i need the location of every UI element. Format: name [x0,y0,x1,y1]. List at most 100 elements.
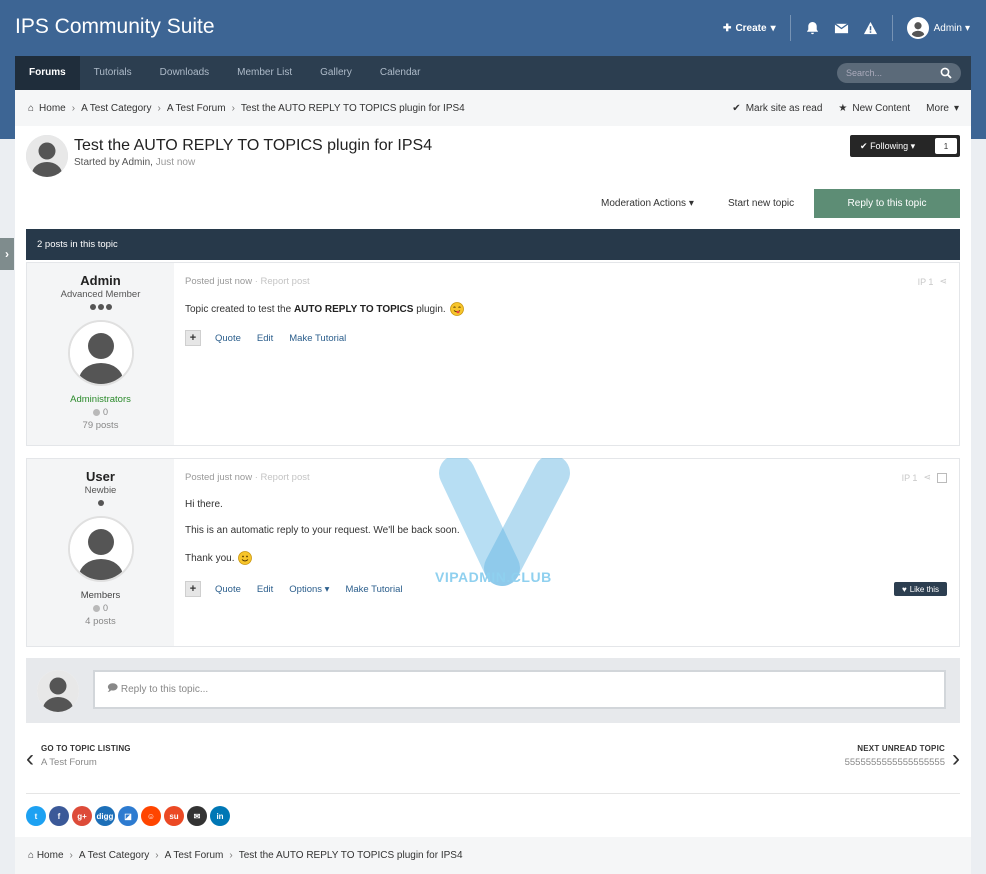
avatar[interactable] [67,516,134,582]
google-plus-icon[interactable]: g+ [72,806,92,826]
post-author-panel: Admin Advanced Member Administrators 0 7… [27,263,174,445]
breadcrumb-forum[interactable]: A Test Forum [167,103,226,114]
breadcrumb-category[interactable]: A Test Category [81,103,151,114]
reputation-value: 0 [102,603,108,613]
quote-button[interactable]: Quote [215,333,241,344]
posts-count-bar: 2 posts in this topic [26,229,960,260]
avatar[interactable] [67,320,134,386]
moderation-label: Moderation Actions [601,198,687,209]
tab-member-list[interactable]: Member List [223,56,306,90]
site-logo[interactable]: IPS Community Suite [15,15,215,39]
go-to-topic-listing-link[interactable]: ‹ GO TO TOPIC LISTING A Test Forum [26,744,131,774]
prev-forum: A Test Forum [41,757,97,768]
user-menu[interactable]: Admin ▾ [906,17,970,39]
envelope-icon[interactable] [834,21,849,36]
post-content: Topic created to test the AUTO REPLY TO … [185,302,464,316]
check-icon: ✔ [732,102,741,114]
post-number[interactable]: IP 1 [918,277,934,287]
warning-icon[interactable] [863,21,878,36]
reputation-value: 0 [102,407,108,417]
avatar[interactable] [26,135,68,177]
mark-site-read-link[interactable]: ✔ Mark site as read [732,103,822,114]
edit-button[interactable]: Edit [257,333,273,344]
post-date: Posted just now [185,472,253,483]
prev-title: GO TO TOPIC LISTING [41,744,131,753]
author-group: Administrators [70,394,131,405]
facebook-icon[interactable]: f [49,806,69,826]
select-post-checkbox[interactable] [937,472,947,483]
breadcrumb-category[interactable]: A Test Category [79,850,149,861]
tab-forums[interactable]: Forums [15,56,80,90]
chevron-right-icon: › [155,850,159,861]
post-meta: Posted just now · Report post [185,276,310,287]
avatar [906,17,929,39]
bell-icon[interactable] [805,21,820,36]
topic-header: Test the AUTO REPLY TO TOPICS plugin for… [26,135,946,179]
new-content-link[interactable]: ★ New Content [838,103,910,114]
more-menu[interactable]: More ▾ [926,103,959,114]
report-post-link[interactable]: · Report post [255,472,310,483]
search-input[interactable]: Search... [837,63,961,83]
start-new-topic-button[interactable]: Start new topic [728,189,794,218]
following-button[interactable]: ✔ Following ▾ 1 [850,135,960,157]
next-unread-topic-link[interactable]: NEXT UNREAD TOPIC 5555555555555555555 › [845,744,960,774]
delicious-icon[interactable]: ◪ [118,806,138,826]
user-bar: ✚ Create ▾ Admin ▾ [723,14,970,42]
email-icon[interactable]: ✉ [187,806,207,826]
multiquote-button[interactable]: + [185,330,201,346]
options-menu[interactable]: Options ▾ [289,584,329,595]
tab-tutorials[interactable]: Tutorials [80,56,146,90]
post-actions: + Quote Edit Make Tutorial [185,330,362,346]
reputation-badge: 0 [27,603,174,613]
reddit-icon[interactable]: ☺ [141,806,161,826]
like-button[interactable]: ♥ Like this [894,582,947,596]
main-content: ⌂ Home › A Test Category › A Test Forum … [15,90,971,874]
avatar [37,670,79,712]
author-rank: Newbie [84,485,117,496]
breadcrumb-topic[interactable]: Test the AUTO REPLY TO TOPICS plugin for… [239,850,463,861]
create-button[interactable]: ✚ Create ▾ [723,23,776,34]
moderation-actions-menu[interactable]: Moderation Actions ▾ [601,189,694,218]
tab-gallery[interactable]: Gallery [306,56,366,90]
breadcrumb-topic[interactable]: Test the AUTO REPLY TO TOPICS plugin for… [241,103,465,114]
breadcrumb-home[interactable]: ⌂ Home [28,103,66,114]
make-tutorial-button[interactable]: Make Tutorial [345,584,402,595]
post-number[interactable]: IP 1 [902,473,918,483]
stumbleupon-icon[interactable]: su [164,806,184,826]
share-icon[interactable]: ⋖ [923,472,931,483]
edit-button[interactable]: Edit [257,584,273,595]
search-icon[interactable] [940,67,952,79]
like-label: Like this [909,584,940,594]
reply-input[interactable]: 🗩 Reply to this topic... [93,670,946,709]
multiquote-button[interactable]: + [185,581,201,597]
post-tools: IP 1 ⋖ [902,472,947,483]
share-icon[interactable]: ⋖ [939,276,947,287]
reply-to-topic-button[interactable]: Reply to this topic [814,189,960,218]
linkedin-icon[interactable]: in [210,806,230,826]
quick-reply-box: 🗩 Reply to this topic... [26,658,960,723]
home-icon: ⌂ [28,102,35,114]
author-post-count: 4 posts [85,616,116,627]
breadcrumb: ⌂ Home › A Test Category › A Test Forum … [15,90,971,126]
breadcrumb-forum[interactable]: A Test Forum [165,850,224,861]
rank-pips [27,304,174,310]
post-content: This is an automatic reply to your reque… [185,525,460,536]
plus-icon: ✚ [723,22,732,34]
more-label: More [926,102,949,114]
report-post-link[interactable]: · Report post [255,276,310,287]
tab-calendar[interactable]: Calendar [366,56,435,90]
tab-downloads[interactable]: Downloads [146,56,223,90]
options-label: Options [289,583,323,595]
twitter-icon[interactable]: t [26,806,46,826]
sidebar-toggle-button[interactable]: › [0,238,14,270]
mark-read-label: Mark site as read [745,102,823,114]
chevron-right-icon: › [157,102,161,114]
breadcrumb-home[interactable]: ⌂ Home [28,850,64,861]
author-name[interactable]: Admin [27,273,174,288]
make-tutorial-button[interactable]: Make Tutorial [289,333,346,344]
started-by-label: Started by Admin, [74,157,153,168]
quote-button[interactable]: Quote [215,584,241,595]
author-name[interactable]: User [27,469,174,484]
chevron-right-icon: › [952,745,960,772]
digg-icon[interactable]: digg [95,806,115,826]
